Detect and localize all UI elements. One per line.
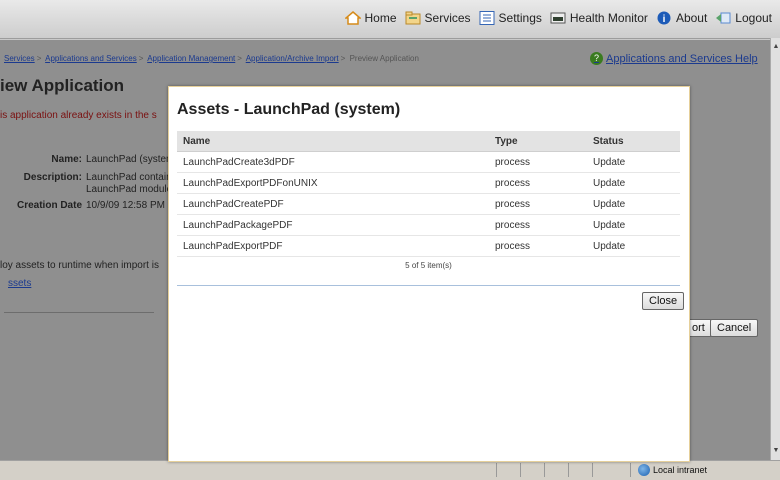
nav-health-monitor[interactable]: Health Monitor: [550, 11, 648, 25]
name-value: LaunchPad (system: [86, 154, 175, 165]
divider: [4, 312, 154, 313]
svg-text:i: i: [663, 14, 666, 25]
breadcrumb-current: Preview Application: [349, 54, 419, 63]
asset-name: LaunchPadExportPDFonUNIX: [177, 172, 489, 194]
nav-about-label: About: [675, 11, 708, 25]
table-row: LaunchPadExportPDFonUNIX process Update: [177, 172, 680, 194]
assets-dialog: Assets - LaunchPad (system) Name Type St…: [168, 86, 690, 462]
top-toolbar: Home Services Settings Health Monitor i …: [0, 0, 780, 39]
status-divider: [568, 463, 569, 477]
description-field: Description: LaunchPad contain: [0, 172, 172, 183]
deploy-text: loy assets to runtime when import is: [0, 260, 159, 271]
asset-type: process: [489, 151, 587, 173]
security-zone: Local intranet: [638, 464, 707, 476]
nav-services[interactable]: Services: [405, 11, 471, 25]
scroll-down-icon[interactable]: ▼: [772, 446, 780, 456]
creation-date-value: 10/9/09 12:58 PM: [86, 200, 165, 211]
help-icon: ?: [590, 52, 603, 65]
creation-date-label: Creation Date: [16, 200, 82, 211]
table-row: LaunchPadCreatePDF process Update: [177, 193, 680, 215]
asset-name: LaunchPadCreatePDF: [177, 193, 489, 215]
asset-status: Update: [587, 235, 680, 257]
scroll-up-icon[interactable]: ▲: [772, 42, 780, 52]
assets-table: Name Type Status LaunchPadCreate3dPDF pr…: [177, 131, 680, 257]
status-divider: [496, 463, 497, 477]
status-divider: [544, 463, 545, 477]
breadcrumb-application-management[interactable]: Application Management: [147, 54, 235, 63]
breadcrumb-separator: >: [36, 54, 42, 63]
asset-name: LaunchPadPackagePDF: [177, 214, 489, 236]
assets-link[interactable]: ssets: [8, 278, 31, 289]
logout-icon: [715, 11, 731, 25]
asset-name: LaunchPadExportPDF: [177, 235, 489, 257]
nav-logout[interactable]: Logout: [715, 11, 772, 25]
nav-about[interactable]: i About: [656, 11, 707, 25]
settings-icon: [479, 11, 495, 25]
nav-health-monitor-label: Health Monitor: [569, 11, 648, 25]
table-header-row: Name Type Status: [177, 131, 680, 152]
help-link-label: Applications and Services Help: [606, 52, 758, 65]
asset-status: Update: [587, 172, 680, 194]
page-title: iew Application: [0, 76, 125, 95]
description-value: LaunchPad contain: [86, 172, 172, 183]
close-button[interactable]: Close: [642, 292, 685, 310]
nav-home-label: Home: [364, 11, 397, 25]
breadcrumb-services[interactable]: Services: [4, 54, 35, 63]
services-icon: [405, 11, 421, 25]
breadcrumb: Services > Applications and Services > App…: [4, 54, 419, 63]
creation-date-field: Creation Date 10/9/09 12:58 PM: [0, 200, 165, 211]
breadcrumb-applications-and-services[interactable]: Applications and Services: [45, 54, 137, 63]
nav-logout-label: Logout: [735, 11, 772, 25]
vertical-scrollbar[interactable]: ▲ ▼: [770, 38, 780, 460]
column-header-name: Name: [177, 131, 489, 152]
top-nav: Home Services Settings Health Monitor i …: [337, 11, 772, 25]
name-label: Name:: [51, 154, 82, 165]
status-bar: Local intranet: [0, 460, 780, 480]
cancel-button[interactable]: Cancel: [710, 319, 759, 337]
dialog-title: Assets - LaunchPad (system): [177, 101, 401, 118]
column-header-status: Status: [587, 131, 680, 152]
name-field: Name: LaunchPad (system: [0, 154, 174, 165]
status-divider: [520, 463, 521, 477]
asset-type: process: [489, 193, 587, 215]
status-divider: [630, 463, 631, 477]
column-header-type: Type: [489, 131, 587, 152]
item-count: 5 of 5 item(s): [405, 261, 452, 270]
security-zone-label: Local intranet: [653, 465, 708, 475]
asset-type: process: [489, 235, 587, 257]
nav-home[interactable]: Home: [343, 11, 397, 25]
asset-type: process: [489, 172, 587, 194]
health-monitor-icon: [550, 11, 566, 25]
globe-icon: [638, 464, 650, 476]
nav-settings-label: Settings: [498, 11, 542, 25]
help-link[interactable]: ? Applications and Services Help: [590, 52, 758, 65]
breadcrumb-separator: >: [138, 54, 144, 63]
table-row: LaunchPadExportPDF process Update: [177, 235, 680, 257]
table-row: LaunchPadCreate3dPDF process Update: [177, 151, 680, 173]
asset-type: process: [489, 214, 587, 236]
asset-status: Update: [587, 214, 680, 236]
home-icon: [343, 11, 362, 25]
dialog-divider: [177, 285, 680, 286]
description-label: Description:: [23, 172, 82, 183]
breadcrumb-archive-import[interactable]: Application/Archive Import: [246, 54, 339, 63]
asset-status: Update: [587, 193, 680, 215]
info-icon: i: [656, 11, 672, 25]
asset-name: LaunchPadCreate3dPDF: [177, 151, 489, 173]
table-row: LaunchPadPackagePDF process Update: [177, 214, 680, 236]
warning-message: is application already exists in the s: [0, 110, 157, 121]
breadcrumb-separator: >: [237, 54, 242, 63]
nav-settings[interactable]: Settings: [479, 11, 542, 25]
description-value-line-2: LaunchPad module: [86, 184, 173, 195]
breadcrumb-separator: >: [340, 54, 346, 63]
asset-status: Update: [587, 151, 680, 173]
nav-services-label: Services: [424, 11, 471, 25]
status-divider: [592, 463, 593, 477]
